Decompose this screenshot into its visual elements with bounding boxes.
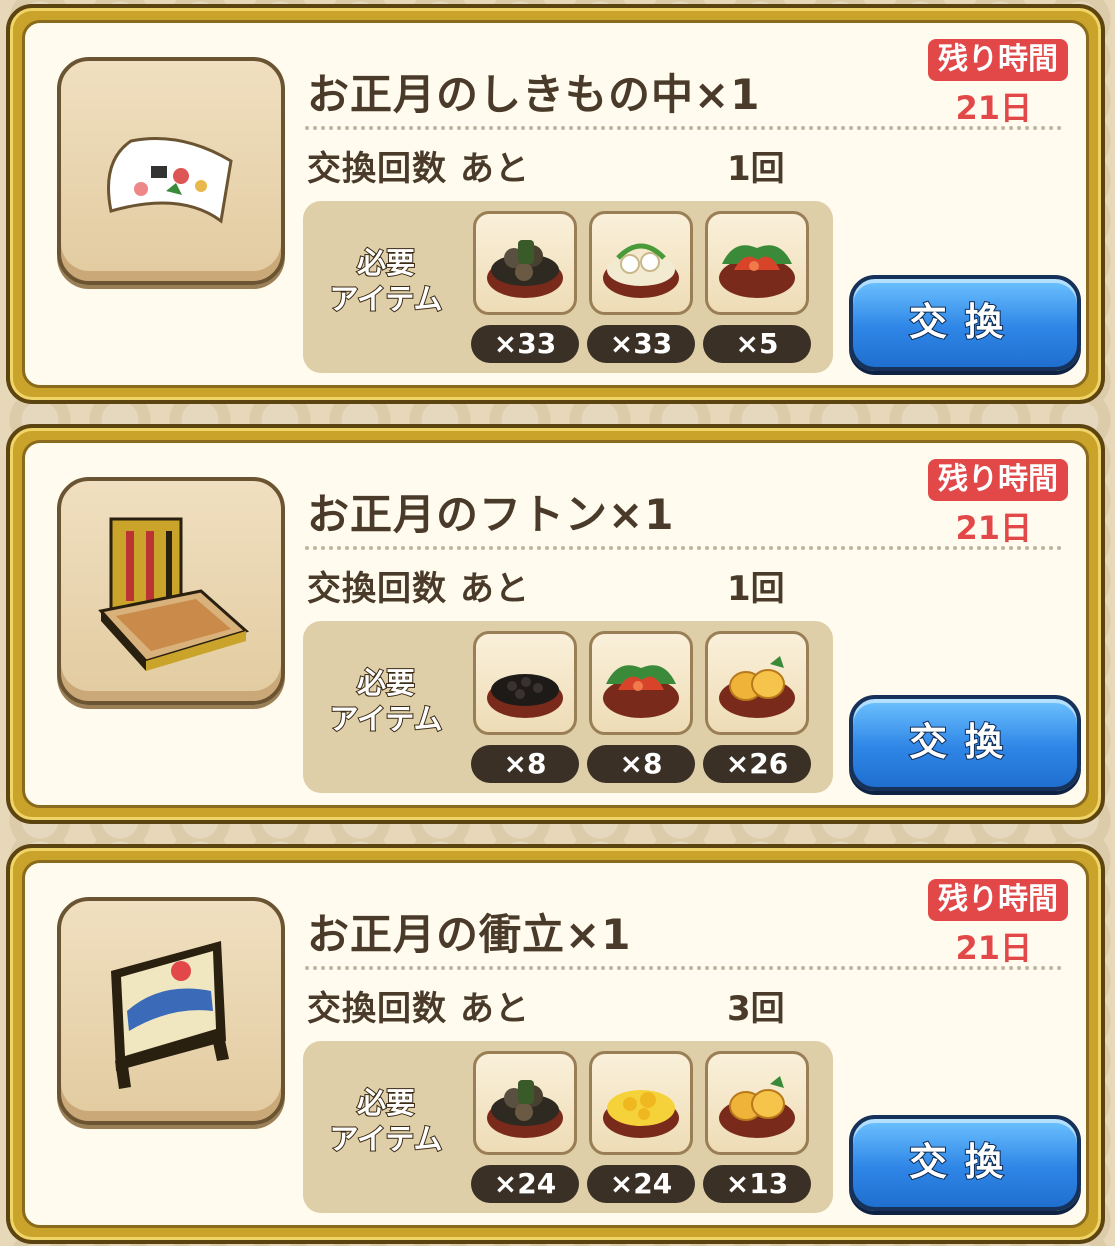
required-item-quantity: ×5 [703, 325, 811, 363]
required-items-panel: 必要 アイテム ×8 ×8 ×26 [303, 621, 833, 793]
datemaki-bowl-icon [719, 1076, 795, 1138]
required-item-quantity: ×26 [703, 745, 811, 783]
card-body: お正月のフトン×1 残り時間 21日 交換回数 あと 1回 必要 アイテム ×8 … [22, 440, 1089, 808]
time-remaining-badge: 残り時間 [928, 459, 1068, 501]
required-item-slot[interactable] [589, 1051, 693, 1155]
time-remaining-value: 21日 [955, 509, 1032, 547]
required-items-label-line-1: 必要 [356, 245, 416, 281]
required-items-label: 必要 アイテム [321, 1085, 451, 1157]
required-item-quantity: ×13 [703, 1165, 811, 1203]
required-item-quantity: ×33 [587, 325, 695, 363]
required-item-slot[interactable] [589, 211, 693, 315]
required-item-slot[interactable] [705, 631, 809, 735]
required-items-label: 必要 アイテム [321, 665, 451, 737]
required-items-label-line-2: アイテム [328, 701, 443, 737]
futon-bed-icon [98, 517, 250, 671]
reward-thumbnail [57, 477, 285, 705]
fan-rug-icon [107, 137, 233, 224]
kurikinton-bowl-icon [603, 1090, 679, 1138]
required-items-label-line-2: アイテム [328, 281, 443, 317]
datemaki-bowl-icon [719, 656, 795, 718]
required-items-label-line-1: 必要 [356, 1085, 416, 1121]
time-remaining-badge: 残り時間 [928, 39, 1068, 81]
exchange-count-value: 1回 [727, 569, 785, 609]
tsuitate-screen-icon [111, 941, 229, 1089]
time-remaining-value: 21日 [955, 929, 1032, 967]
reward-title: お正月の衝立×1 [307, 910, 632, 959]
required-item-slot[interactable] [473, 211, 577, 315]
reward-thumbnail [57, 57, 285, 285]
time-remaining-badge: 残り時間 [928, 879, 1068, 921]
required-item-quantity: ×24 [471, 1165, 579, 1203]
required-item-quantity: ×33 [471, 325, 579, 363]
exchange-card: お正月の衝立×1 残り時間 21日 交換回数 あと 3回 必要 アイテム ×24 … [6, 844, 1105, 1244]
required-item-quantity: ×8 [587, 745, 695, 783]
exchange-card: お正月のしきもの中×1 残り時間 21日 交換回数 あと 1回 必要 アイテム ×… [6, 4, 1105, 404]
divider [305, 546, 1062, 550]
exchange-button[interactable]: 交換 [849, 695, 1081, 791]
exchange-count-value: 1回 [727, 149, 785, 189]
exchange-button[interactable]: 交換 [849, 275, 1081, 371]
required-item-slot[interactable] [589, 631, 693, 735]
required-items-label-line-1: 必要 [356, 665, 416, 701]
divider [305, 966, 1062, 970]
reward-thumbnail [57, 897, 285, 1125]
required-items-label: 必要 アイテム [321, 245, 451, 317]
exchange-button[interactable]: 交換 [849, 1115, 1081, 1211]
time-remaining-value: 21日 [955, 89, 1032, 127]
required-items-panel: 必要 アイテム ×24 ×24 ×13 [303, 1041, 833, 1213]
required-item-slot[interactable] [705, 211, 809, 315]
exchange-count-label: 交換回数 あと [307, 569, 530, 609]
renkon-bowl-icon [603, 243, 679, 298]
required-item-quantity: ×24 [587, 1165, 695, 1203]
ebi-bowl-icon [603, 665, 679, 718]
divider [305, 126, 1062, 130]
card-body: お正月の衝立×1 残り時間 21日 交換回数 あと 3回 必要 アイテム ×24 … [22, 860, 1089, 1228]
reward-title: お正月のしきもの中×1 [307, 70, 761, 119]
ebi-bowl-icon [719, 245, 795, 298]
kuromame-bowl-icon [487, 674, 563, 718]
required-item-slot[interactable] [473, 631, 577, 735]
reward-title: お正月のフトン×1 [307, 490, 675, 539]
required-item-slot[interactable] [705, 1051, 809, 1155]
kobumaki-bowl-icon [487, 1080, 563, 1138]
required-item-quantity: ×8 [471, 745, 579, 783]
exchange-count-label: 交換回数 あと [307, 989, 530, 1029]
exchange-count-value: 3回 [727, 989, 785, 1029]
kuromame-bowl-icon [487, 240, 563, 298]
required-items-panel: 必要 アイテム ×33 ×33 ×5 [303, 201, 833, 373]
exchange-count-label: 交換回数 あと [307, 149, 530, 189]
card-body: お正月のしきもの中×1 残り時間 21日 交換回数 あと 1回 必要 アイテム ×… [22, 20, 1089, 388]
exchange-card: お正月のフトン×1 残り時間 21日 交換回数 あと 1回 必要 アイテム ×8 … [6, 424, 1105, 824]
required-items-label-line-2: アイテム [328, 1121, 443, 1157]
required-item-slot[interactable] [473, 1051, 577, 1155]
